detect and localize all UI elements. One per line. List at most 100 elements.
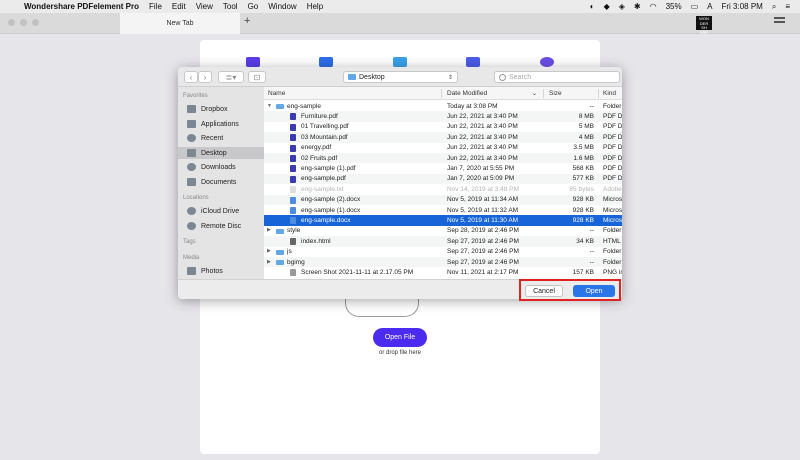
batch-process-icon[interactable] [466, 57, 480, 67]
app-name-menu[interactable]: Wondershare PDFelement Pro [24, 2, 139, 11]
file-name: 03 Mountain.pdf [301, 133, 348, 141]
zoom-window-button[interactable] [32, 19, 39, 26]
file-name: eng-sample [287, 102, 321, 110]
new-folder-button[interactable]: ⊡ [248, 71, 266, 83]
file-row[interactable]: eng-sample.docx Nov 5, 2019 at 11:30 AM 92… [264, 215, 622, 226]
wifi-icon[interactable]: ◠ [650, 2, 657, 11]
templates-icon[interactable] [540, 57, 554, 67]
menu-file[interactable]: File [149, 2, 162, 11]
disclosure-triangle-icon[interactable]: ▶ [267, 227, 271, 233]
file-row[interactable]: eng-sample (1).pdf Jan 7, 2020 at 5:55 PM… [264, 163, 622, 173]
add-tab-button[interactable]: + [244, 15, 250, 27]
file-row[interactable]: ▶ bgimg Sep 27, 2019 at 2:46 PM -- Folder [264, 257, 622, 268]
sidebar-item-recent[interactable]: Recent [178, 132, 264, 144]
photos-icon [187, 267, 196, 275]
file-row[interactable]: eng-sample.pdf Jan 7, 2020 at 5:09 PM 577 … [264, 173, 622, 185]
folder-file-icon [276, 260, 284, 265]
sidebar-item-photos[interactable]: Photos [178, 265, 264, 277]
menu-edit[interactable]: Edit [172, 2, 186, 11]
applications-icon [187, 120, 196, 128]
keyboard-input-icon[interactable]: A [707, 2, 712, 11]
file-row[interactable]: ▼ eng-sample Today at 3:08 PM -- Folder [264, 101, 622, 111]
sidebar-section-locations: Locations [183, 195, 209, 201]
close-window-button[interactable] [8, 19, 15, 26]
clock[interactable]: Fri 3:08 PM [722, 2, 763, 11]
location-label: Desktop [359, 73, 385, 81]
column-header-name[interactable]: Name [268, 90, 285, 97]
forward-button[interactable]: › [198, 71, 212, 83]
file-kind: Folder [603, 227, 622, 235]
file-name: eng-sample (2).docx [301, 196, 361, 204]
convert-pdf-icon[interactable] [393, 57, 407, 67]
file-date: Jan 7, 2020 at 5:55 PM [447, 164, 515, 172]
battery-percent[interactable]: 35% [666, 2, 682, 11]
file-kind: Folder [603, 258, 622, 266]
location-popup[interactable]: Desktop ⇕ [343, 71, 458, 83]
menu-help[interactable]: Help [307, 2, 323, 11]
file-date: Sep 28, 2019 at 2:46 PM [447, 227, 519, 235]
column-header-date[interactable]: Date Modified [447, 90, 487, 97]
file-name: index.html [301, 237, 331, 245]
bluetooth-icon[interactable]: ✱ [634, 2, 641, 11]
menu-tool[interactable]: Tool [223, 2, 238, 11]
sidebar-section-media: Media [183, 255, 200, 261]
menu-window[interactable]: Window [268, 2, 296, 11]
menu-icon[interactable] [774, 17, 785, 19]
view-options-button[interactable]: ≣▾ [218, 71, 244, 83]
file-row[interactable]: ▶ js Sep 27, 2019 at 2:46 PM -- Folder [264, 247, 622, 257]
sidebar-item-icloud[interactable]: iCloud Drive [178, 205, 264, 217]
search-field[interactable]: Search [494, 71, 620, 83]
file-kind: Micros [603, 206, 622, 214]
wondershare-logo: WON DER SH ARE [696, 16, 712, 34]
battery-icon[interactable]: ▭ [691, 2, 699, 11]
dropbox-icon[interactable]: ◆ [604, 2, 610, 11]
menu-bar: Wondershare PDFelement Pro File Edit Vie… [0, 0, 800, 13]
file-size: 85 bytes [569, 185, 594, 193]
sidebar-item-dropbox[interactable]: Dropbox [178, 103, 264, 115]
file-row[interactable]: 01 Travelling.pdf Jun 22, 2021 at 3:40 PM… [264, 122, 622, 132]
html-file-icon [290, 238, 296, 246]
sidebar-item-applications[interactable]: Applications [178, 118, 264, 130]
sidebar-item-documents[interactable]: Documents [178, 176, 264, 188]
file-name: eng-sample (1).docx [301, 206, 361, 214]
file-row[interactable]: 03 Mountain.pdf Jun 22, 2021 at 3:40 PM 4 … [264, 132, 622, 143]
file-size: 34 KB [576, 237, 594, 245]
file-row[interactable]: energy.pdf Jun 22, 2021 at 3:40 PM 3.5 MB P… [264, 143, 622, 153]
column-header-kind[interactable]: Kind [603, 90, 616, 97]
file-name: eng-sample.txt [301, 185, 344, 193]
file-name: eng-sample.docx [301, 216, 351, 224]
create-pdf-icon[interactable] [246, 57, 260, 67]
sidebar-item-downloads[interactable]: Downloads [178, 161, 264, 173]
moon-icon[interactable]: ◐ [590, 2, 595, 11]
file-row[interactable]: index.html Sep 27, 2019 at 2:46 PM 34 KB HT… [264, 236, 622, 247]
file-row[interactable]: 02 Fruits.pdf Jun 22, 2021 at 3:40 PM 1.6 … [264, 153, 622, 164]
disclosure-triangle-icon[interactable]: ▶ [267, 259, 271, 265]
file-size: 8 MB [578, 112, 594, 120]
file-size: 157 KB [572, 268, 594, 276]
sidebar-item-remote-disc[interactable]: Remote Disc [178, 220, 264, 232]
pdf-file-icon [290, 155, 296, 162]
file-row[interactable]: eng-sample (2).docx Nov 5, 2019 at 11:34 … [264, 194, 622, 205]
column-header-size[interactable]: Size [549, 90, 562, 97]
spotlight-search-icon[interactable]: ⌕ [772, 2, 776, 12]
disclosure-triangle-icon[interactable]: ▼ [267, 103, 272, 109]
tab-new-tab[interactable]: New Tab [120, 13, 240, 34]
open-file-button[interactable]: Open File [373, 328, 427, 347]
dialog-toolbar: ‹ › ≣▾ ⊡ Desktop ⇕ Search [178, 67, 622, 87]
disclosure-triangle-icon[interactable]: ▶ [267, 248, 271, 254]
sidebar-item-desktop[interactable]: Desktop [178, 147, 264, 159]
control-center-icon[interactable]: ≡ [785, 2, 790, 11]
file-row[interactable]: eng-sample (1).docx Nov 5, 2019 at 11:32 … [264, 205, 622, 215]
menu-view[interactable]: View [196, 2, 213, 11]
menu-go[interactable]: Go [248, 2, 259, 11]
file-row[interactable]: Furniture.pdf Jun 22, 2021 at 3:40 PM 8 MB… [264, 111, 622, 122]
file-row[interactable]: Screen Shot 2021-11-11 at 2.17.05 PM Nov … [264, 267, 622, 277]
file-row[interactable]: ▶ style Sep 28, 2019 at 2:46 PM -- Folder [264, 226, 622, 236]
minimize-window-button[interactable] [20, 19, 27, 26]
sidebar-item-label: Desktop [201, 149, 227, 157]
shield-icon[interactable]: ◈ [619, 2, 625, 11]
back-button[interactable]: ‹ [184, 71, 198, 83]
combine-pdf-icon[interactable] [319, 57, 333, 67]
file-row[interactable]: eng-sample.txt Nov 14, 2019 at 3:48 PM 85 … [264, 184, 622, 194]
file-size: 928 KB [572, 196, 594, 204]
